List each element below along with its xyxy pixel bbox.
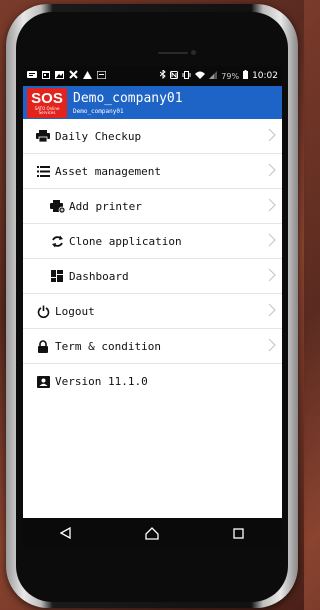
- battery-percent: 79%: [221, 71, 240, 81]
- menu-label: Asset management: [55, 164, 161, 178]
- logo-text: SOS: [31, 89, 63, 107]
- recents-icon: [233, 527, 244, 539]
- menu-item-logout[interactable]: Logout: [23, 294, 282, 329]
- menu-item-add-printer[interactable]: Add printer: [23, 189, 282, 224]
- app-header: SOS SATO Online Services Demo_company01 …: [23, 86, 282, 119]
- list-icon: [35, 163, 51, 179]
- vibrate-icon: [182, 70, 191, 82]
- chevron-right-icon: [268, 267, 276, 286]
- tools-icon: [69, 70, 78, 82]
- menu-label: Clone application: [69, 234, 182, 248]
- home-button[interactable]: [132, 518, 172, 548]
- speaker-grille: [158, 52, 188, 54]
- back-button[interactable]: [46, 518, 86, 548]
- menu-label: Daily Checkup: [55, 129, 142, 143]
- message-icon: [27, 70, 37, 82]
- image-icon: [55, 70, 64, 82]
- logo-subtext: SATO Online Services: [34, 105, 60, 115]
- calendar-icon: [42, 70, 50, 82]
- recents-button[interactable]: [219, 518, 259, 548]
- menu-label: Term & condition: [55, 339, 161, 353]
- menu-label: Add printer: [69, 199, 142, 213]
- app-icon: [96, 69, 107, 82]
- signal-icon: [209, 70, 218, 82]
- menu-item-clone-application[interactable]: Clone application: [23, 224, 282, 259]
- chevron-right-icon: [268, 232, 276, 251]
- company-subtitle: Demo_company01: [73, 107, 124, 115]
- dashboard-icon: [49, 268, 65, 284]
- lock-icon: [35, 338, 51, 354]
- menu-item-daily-checkup[interactable]: Daily Checkup: [23, 119, 282, 154]
- menu-item-asset-management[interactable]: Asset management: [23, 154, 282, 189]
- power-icon: [35, 303, 51, 319]
- clock: 10:02: [252, 71, 278, 81]
- warning-icon: [83, 70, 92, 82]
- wifi-icon: [195, 71, 206, 82]
- add-printer-icon: [49, 198, 65, 214]
- sync-icon: [49, 233, 65, 249]
- menu-label: Logout: [55, 304, 95, 318]
- printer-icon: [35, 128, 51, 144]
- front-camera: [191, 50, 196, 55]
- version-label: Version 11.1.0: [55, 375, 148, 388]
- version-row: Version 11.1.0: [23, 364, 282, 399]
- sos-logo: SOS SATO Online Services: [27, 87, 67, 118]
- chevron-right-icon: [268, 197, 276, 216]
- app-screen: 79% 10:02 SOS SATO Online Services Demo_…: [23, 66, 282, 548]
- android-navbar: [23, 518, 282, 548]
- chevron-right-icon: [268, 337, 276, 356]
- chevron-right-icon: [268, 162, 276, 181]
- home-icon: [145, 526, 160, 540]
- back-icon: [60, 527, 71, 539]
- nfc-icon: [170, 70, 179, 82]
- id-card-icon: [35, 374, 51, 390]
- battery-icon: [243, 70, 249, 82]
- company-title: Demo_company01: [73, 90, 183, 106]
- chevron-right-icon: [268, 302, 276, 321]
- status-bar: 79% 10:02: [23, 66, 282, 86]
- chevron-right-icon: [268, 127, 276, 146]
- menu-item-dashboard[interactable]: Dashboard: [23, 259, 282, 294]
- menu-label: Dashboard: [69, 269, 129, 283]
- bluetooth-icon: [159, 68, 167, 82]
- menu-item-term-condition[interactable]: Term & condition: [23, 329, 282, 364]
